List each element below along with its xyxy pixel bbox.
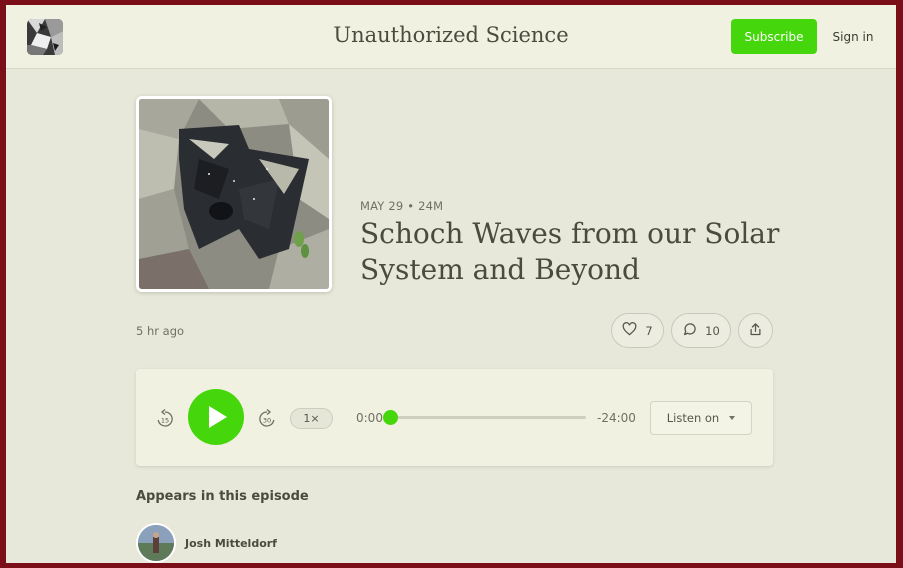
remaining-time: -24:00 [597,411,636,425]
episode-meta: MAY 29 • 24M [360,199,443,213]
listen-on-label: Listen on [666,411,720,425]
play-icon [209,406,227,428]
progress-knob[interactable] [383,410,398,425]
rewind-seconds: 15 [161,417,169,425]
person-name[interactable]: Josh Mitteldorf [185,537,277,550]
episode-title: Schoch Waves from our Solar System and B… [360,217,780,286]
top-navigation-bar: Unauthorized Science Subscribe Sign in [6,5,896,69]
posted-time: 5 hr ago [136,324,185,338]
like-count: 7 [645,323,653,338]
audio-player: 15 30 1× 0:00 -24:00 Listen on [136,369,773,466]
heart-icon [622,322,637,339]
page-viewport: Unauthorized Science Subscribe Sign in M… [6,5,896,563]
share-icon [748,322,763,340]
rewind-15-button[interactable]: 15 [156,409,174,429]
playback-speed-button[interactable]: 1× [290,408,333,429]
listen-on-dropdown[interactable]: Listen on [650,401,752,435]
episode-duration: 24M [418,199,444,213]
comment-icon [682,322,697,340]
rewind-icon: 15 [157,409,173,427]
subscribe-button[interactable]: Subscribe [731,19,817,54]
sign-in-button[interactable]: Sign in [828,19,878,54]
person-item[interactable]: Josh Mitteldorf [136,523,277,563]
comment-count: 10 [705,323,720,338]
episode-cover-image [136,96,332,292]
chevron-down-icon [729,416,736,420]
forward-30-button[interactable]: 30 [258,409,276,429]
comments-button[interactable]: 10 [671,313,731,348]
avatar[interactable] [136,523,176,563]
forward-icon: 30 [259,409,275,427]
like-button[interactable]: 7 [611,313,664,348]
elapsed-time: 0:00 [356,411,383,425]
episode-date: MAY 29 [360,199,404,213]
play-button[interactable] [188,389,244,445]
progress-track[interactable] [383,410,586,425]
appears-heading: Appears in this episode [136,489,309,504]
share-button[interactable] [738,313,773,348]
meta-separator: • [407,199,415,213]
forward-seconds: 30 [263,417,271,425]
